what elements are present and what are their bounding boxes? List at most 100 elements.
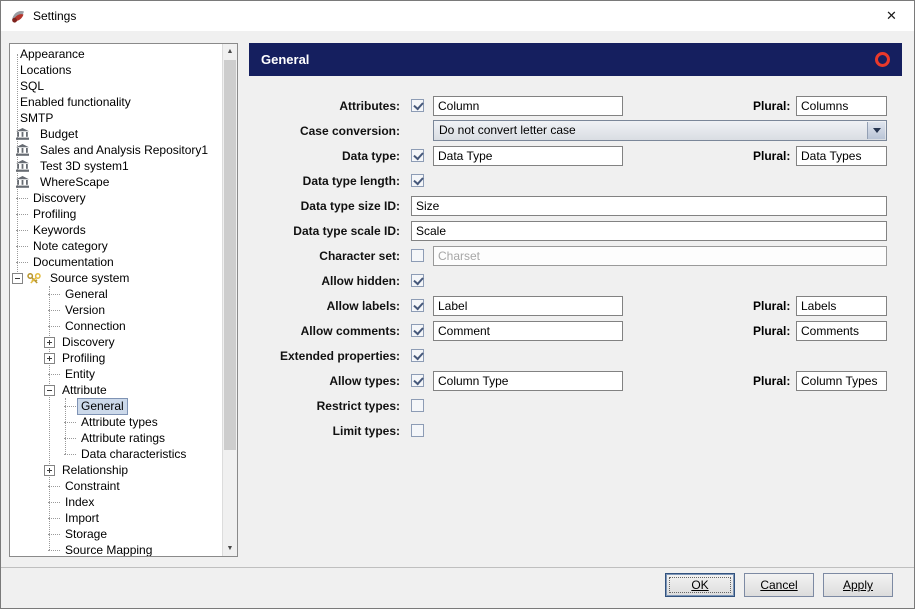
tree-item-label[interactable]: WhereScape bbox=[36, 174, 113, 191]
allow-types-checkbox[interactable] bbox=[411, 374, 424, 387]
tree-item-label[interactable]: Connection bbox=[61, 318, 130, 335]
tree-item-label[interactable]: Attribute bbox=[58, 382, 111, 399]
tree-item-enabled-functionality[interactable]: Enabled functionality bbox=[12, 94, 222, 110]
tree-item-version[interactable]: Version bbox=[12, 302, 222, 318]
tree-item-relationship[interactable]: Relationship bbox=[12, 462, 222, 478]
tree-item-label[interactable]: SQL bbox=[16, 78, 48, 95]
allow-types-plural-input[interactable]: Column Types bbox=[796, 370, 887, 391]
expand-icon[interactable] bbox=[44, 464, 55, 476]
apply-button[interactable]: Apply bbox=[823, 573, 893, 597]
data-type-scale-id-input[interactable]: Scale bbox=[411, 220, 887, 241]
tree-item-smtp[interactable]: SMTP bbox=[12, 110, 222, 126]
tree-item-label[interactable]: Entity bbox=[61, 366, 99, 383]
tree-item-label[interactable]: Discovery bbox=[29, 190, 90, 207]
tree-item-label[interactable]: Attribute types bbox=[77, 414, 162, 431]
scroll-up-icon[interactable]: ▲ bbox=[223, 44, 237, 59]
tree-item-connection[interactable]: Connection bbox=[12, 318, 222, 334]
tree-item-source-system[interactable]: Source system bbox=[12, 270, 222, 286]
allow-labels-checkbox[interactable] bbox=[411, 299, 424, 312]
tree-item-label[interactable]: Index bbox=[61, 494, 98, 511]
scrollbar-thumb[interactable] bbox=[224, 60, 236, 450]
tree-item-import[interactable]: Import bbox=[12, 510, 222, 526]
attributes-checkbox[interactable] bbox=[411, 99, 424, 112]
tree-item-label[interactable]: Import bbox=[61, 510, 103, 527]
allow-hidden-checkbox[interactable] bbox=[411, 274, 424, 287]
tree-item-entity[interactable]: Entity bbox=[12, 366, 222, 382]
restrict-types-checkbox[interactable] bbox=[411, 399, 424, 412]
chevron-down-icon[interactable] bbox=[867, 122, 885, 139]
tree-item-appearance[interactable]: Appearance bbox=[12, 46, 222, 62]
data-type-length-checkbox[interactable] bbox=[411, 174, 424, 187]
tree-item-attribute-types[interactable]: Attribute types bbox=[12, 414, 222, 430]
limit-types-checkbox[interactable] bbox=[411, 424, 424, 437]
cancel-button[interactable]: Cancel bbox=[744, 573, 814, 597]
tree-item-label[interactable]: Source system bbox=[46, 270, 133, 287]
allow-types-input[interactable]: Column Type bbox=[433, 370, 623, 391]
tree-scrollbar[interactable]: ▲ ▼ bbox=[222, 44, 237, 556]
allow-comments-checkbox[interactable] bbox=[411, 324, 424, 337]
tree-item-label[interactable]: Documentation bbox=[29, 254, 118, 271]
collapse-icon[interactable] bbox=[12, 272, 23, 284]
tree-item-label[interactable]: Budget bbox=[36, 126, 82, 143]
tree-item-label[interactable]: Relationship bbox=[58, 462, 132, 479]
tree-item-label[interactable]: General bbox=[77, 397, 128, 415]
attributes-plural-input[interactable]: Columns bbox=[796, 95, 887, 116]
tree-item-index[interactable]: Index bbox=[12, 494, 222, 510]
tree-item-label[interactable]: Test 3D system1 bbox=[36, 158, 133, 175]
tree-item-discovery[interactable]: Discovery bbox=[12, 190, 222, 206]
tree-item-label[interactable]: General bbox=[61, 286, 112, 303]
tree-item-label[interactable]: Profiling bbox=[58, 350, 109, 367]
tree-item-label[interactable]: Discovery bbox=[58, 334, 119, 351]
tree-item-label[interactable]: Version bbox=[61, 302, 109, 319]
tree-item-label[interactable]: Profiling bbox=[29, 206, 80, 223]
ok-button[interactable]: OK bbox=[665, 573, 735, 597]
expand-icon[interactable] bbox=[44, 352, 55, 364]
data-type-checkbox[interactable] bbox=[411, 149, 424, 162]
tree-item-label[interactable]: Data characteristics bbox=[77, 446, 190, 463]
tree-item-label[interactable]: SMTP bbox=[16, 110, 57, 127]
tree-item-constraint[interactable]: Constraint bbox=[12, 478, 222, 494]
tree-item-source-mapping[interactable]: Source Mapping bbox=[12, 542, 222, 556]
tree-item-data-characteristics[interactable]: Data characteristics bbox=[12, 446, 222, 462]
tree-item-test-3d-system1[interactable]: Test 3D system1 bbox=[12, 158, 222, 174]
tree-item-label[interactable]: Locations bbox=[16, 62, 75, 79]
tree-item-general[interactable]: General bbox=[12, 397, 222, 415]
tree-item-label[interactable]: Keywords bbox=[29, 222, 90, 239]
tree-item-label[interactable]: Sales and Analysis Repository1 bbox=[36, 142, 212, 159]
tree-item-profiling[interactable]: Profiling bbox=[12, 350, 222, 366]
data-type-input[interactable]: Data Type bbox=[433, 145, 623, 166]
tree-item-label[interactable]: Source Mapping bbox=[61, 542, 156, 556]
close-button[interactable]: ✕ bbox=[869, 1, 914, 31]
tree-item-attribute-ratings[interactable]: Attribute ratings bbox=[12, 430, 222, 446]
tree-item-discovery[interactable]: Discovery bbox=[12, 334, 222, 350]
data-type-size-id-input[interactable]: Size bbox=[411, 195, 887, 216]
case-conversion-dropdown[interactable]: Do not convert letter case bbox=[433, 120, 887, 141]
tree-item-label[interactable]: Attribute ratings bbox=[77, 430, 169, 447]
allow-labels-input[interactable]: Label bbox=[433, 295, 623, 316]
tree-item-label[interactable]: Note category bbox=[29, 238, 112, 255]
extended-properties-checkbox[interactable] bbox=[411, 349, 424, 362]
tree-item-documentation[interactable]: Documentation bbox=[12, 254, 222, 270]
allow-comments-input[interactable]: Comment bbox=[433, 320, 623, 341]
tree-item-budget[interactable]: Budget bbox=[12, 126, 222, 142]
tree-item-wherescape[interactable]: WhereScape bbox=[12, 174, 222, 190]
allow-labels-plural-input[interactable]: Labels bbox=[796, 295, 887, 316]
tree-item-profiling[interactable]: Profiling bbox=[12, 206, 222, 222]
tree-item-note-category[interactable]: Note category bbox=[12, 238, 222, 254]
tree-item-label[interactable]: Storage bbox=[61, 526, 111, 543]
tree-item-sales-and-analysis-repository1[interactable]: Sales and Analysis Repository1 bbox=[12, 142, 222, 158]
tree-item-label[interactable]: Appearance bbox=[16, 46, 89, 63]
expand-icon[interactable] bbox=[44, 336, 55, 348]
scroll-down-icon[interactable]: ▼ bbox=[223, 541, 237, 556]
tree-item-label[interactable]: Constraint bbox=[61, 478, 124, 495]
collapse-icon[interactable] bbox=[44, 384, 55, 396]
tree-item-locations[interactable]: Locations bbox=[12, 62, 222, 78]
data-type-plural-input[interactable]: Data Types bbox=[796, 145, 887, 166]
attributes-input[interactable]: Column bbox=[433, 95, 623, 116]
allow-comments-plural-input[interactable]: Comments bbox=[796, 320, 887, 341]
character-set-checkbox[interactable] bbox=[411, 249, 424, 262]
tree-item-storage[interactable]: Storage bbox=[12, 526, 222, 542]
tree-item-label[interactable]: Enabled functionality bbox=[16, 94, 135, 111]
tree-item-keywords[interactable]: Keywords bbox=[12, 222, 222, 238]
tree-item-attribute[interactable]: Attribute bbox=[12, 382, 222, 398]
